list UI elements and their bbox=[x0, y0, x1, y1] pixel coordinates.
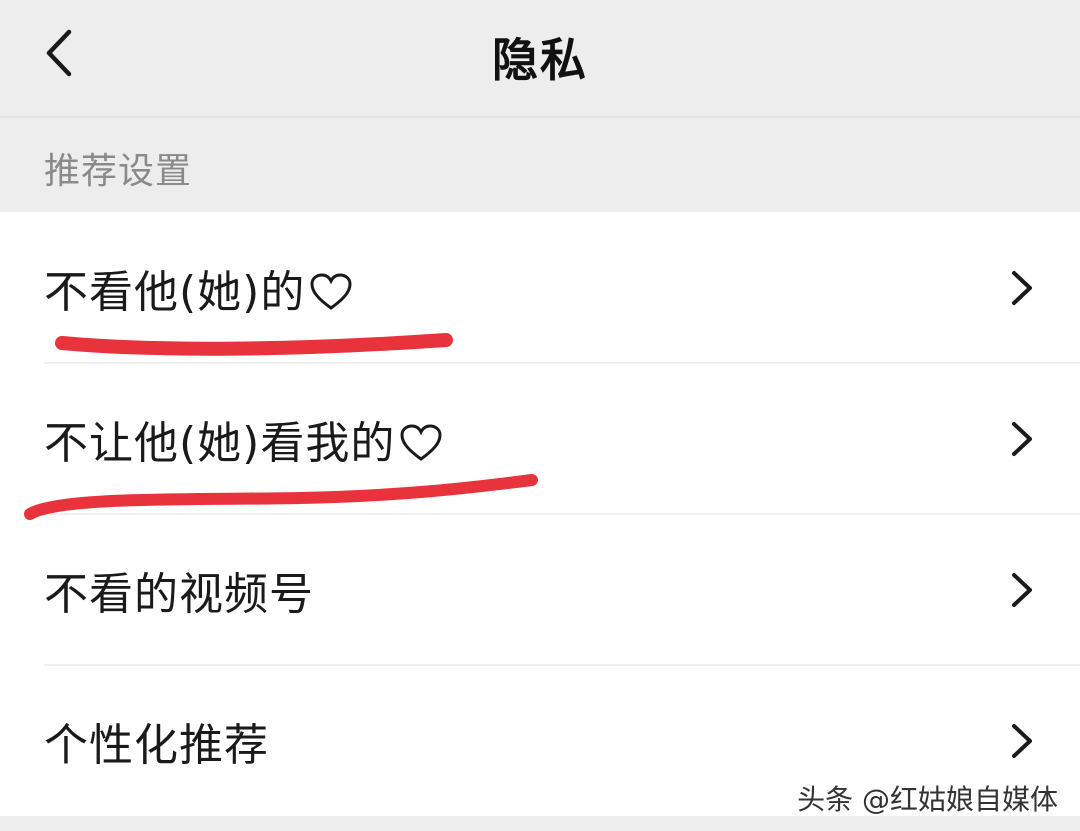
nav-bar: 隐私 bbox=[0, 0, 1080, 116]
page-title: 隐私 bbox=[492, 33, 588, 87]
row-label: 不看他(她)的 bbox=[44, 256, 353, 320]
chevron-right-icon bbox=[1012, 723, 1032, 758]
row-label: 不看的视频号 bbox=[44, 568, 314, 620]
row-not-see-their-moments[interactable]: 不看他(她)的 bbox=[0, 212, 1080, 363]
row-label: 不让他(她)看我的 bbox=[44, 407, 443, 471]
row-label: 个性化推荐 bbox=[44, 719, 269, 771]
chevron-right-icon bbox=[1012, 270, 1032, 305]
bottom-strip bbox=[0, 816, 1080, 831]
settings-list: 不看他(她)的 不让他(她)看我的 不看的视频号 个性化推荐 bbox=[0, 212, 1080, 816]
heart-outline-icon bbox=[310, 272, 352, 310]
row-hide-my-moments[interactable]: 不让他(她)看我的 bbox=[0, 363, 1080, 514]
heart-outline-icon bbox=[400, 423, 442, 461]
row-blocked-channels[interactable]: 不看的视频号 bbox=[0, 514, 1080, 665]
section-label: 推荐设置 bbox=[44, 151, 193, 192]
chevron-right-icon bbox=[1012, 572, 1032, 607]
privacy-page: 隐私 推荐设置 不看他(她)的 不让他(她)看我的 不看的视频号 个性化推荐 头… bbox=[0, 0, 1080, 831]
header-divider bbox=[0, 116, 1080, 118]
watermark: 头条 @红姑娘自媒体 bbox=[797, 783, 1058, 816]
chevron-right-icon bbox=[1012, 421, 1032, 456]
